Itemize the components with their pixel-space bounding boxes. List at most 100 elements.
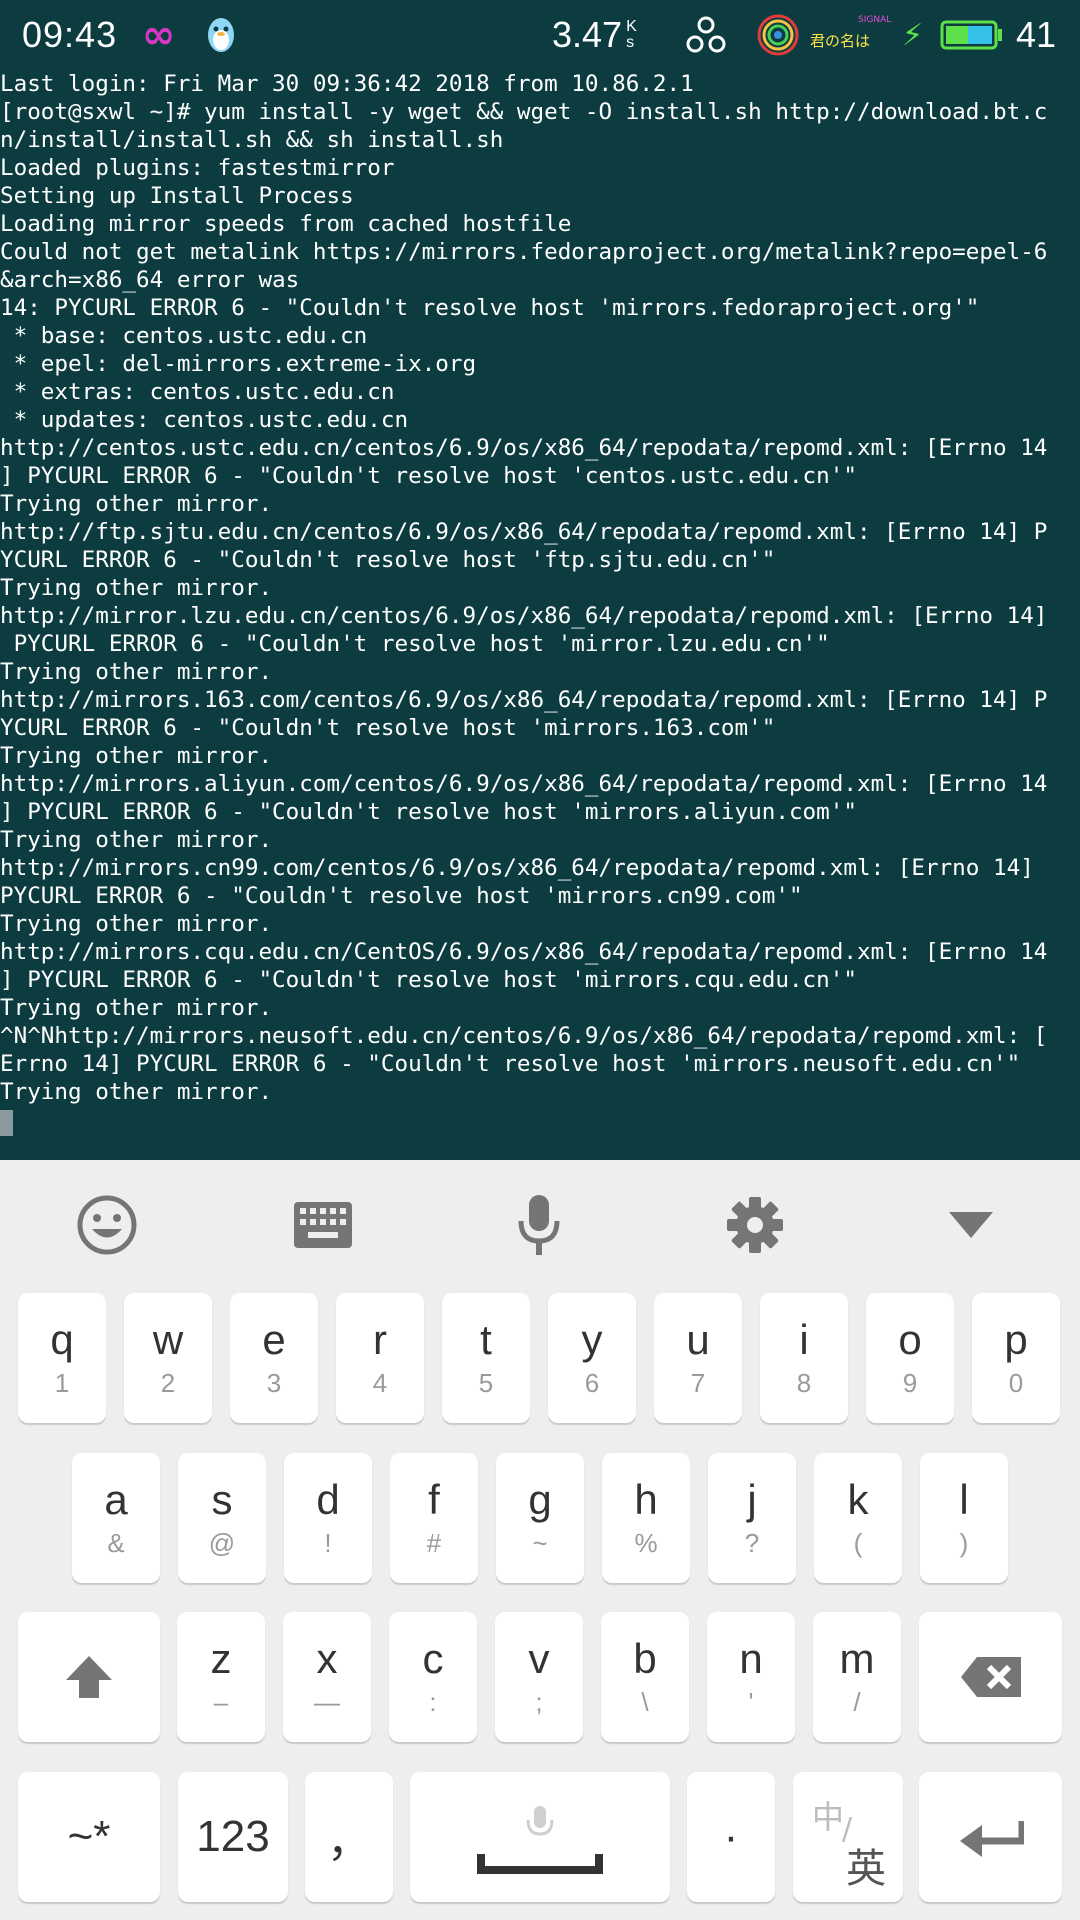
numbers-key[interactable]: 123 bbox=[178, 1772, 288, 1902]
key-sublabel: ; bbox=[535, 1687, 543, 1717]
numbers-key-label: 123 bbox=[196, 1812, 270, 1861]
key-a[interactable]: a & bbox=[72, 1453, 160, 1583]
terminal-line: * base: centos.ustc.edu.cn bbox=[0, 323, 368, 349]
key-w[interactable]: w2 bbox=[124, 1293, 212, 1423]
key-g[interactable]: g ~ bbox=[496, 1453, 584, 1583]
key-sublabel: ' bbox=[748, 1687, 754, 1717]
key-c[interactable]: c: bbox=[389, 1612, 477, 1742]
symbols-key[interactable]: ~* bbox=[18, 1772, 160, 1902]
terminal-line: Trying other mirror. bbox=[0, 827, 273, 853]
terminal-line: * updates: centos.ustc.edu.cn bbox=[0, 407, 409, 433]
terminal-line: * extras: centos.ustc.edu.cn bbox=[0, 379, 395, 405]
terminal-line: PYCURL ERROR 6 - "Couldn't resolve host … bbox=[0, 883, 803, 909]
net-speed-unit: K s bbox=[626, 18, 637, 51]
gear-icon[interactable] bbox=[715, 1190, 795, 1260]
terminal-line: http://mirrors.cqu.edu.cn/CentOS/6.9/os/… bbox=[0, 939, 1048, 965]
key-sublabel: % bbox=[634, 1528, 658, 1558]
key-v[interactable]: v; bbox=[495, 1612, 583, 1742]
keyboard-icon[interactable] bbox=[283, 1190, 363, 1260]
key-label: i bbox=[799, 1316, 809, 1363]
key-sublabel: \ bbox=[641, 1687, 649, 1717]
key-sublabel: — bbox=[314, 1687, 340, 1717]
status-bar: 09:43 ∞ 3.47 K s SIGNAL 君の名は ⚡ 41 bbox=[0, 0, 1080, 70]
emoji-icon[interactable] bbox=[67, 1190, 147, 1260]
key-y[interactable]: y6 bbox=[548, 1293, 636, 1423]
terminal-line: n/install/install.sh && sh install.sh bbox=[0, 127, 504, 153]
key-e[interactable]: e3 bbox=[230, 1293, 318, 1423]
space-key[interactable] bbox=[410, 1772, 670, 1902]
terminal-line: &arch=x86_64 error was bbox=[0, 267, 300, 293]
key-label: b bbox=[633, 1635, 657, 1682]
space-bar-icon bbox=[477, 1806, 603, 1874]
terminal-line: YCURL ERROR 6 - "Couldn't resolve host '… bbox=[0, 547, 776, 573]
terminal-line: ^N^Nhttp://mirrors.neusoft.edu.cn/centos… bbox=[0, 1023, 1048, 1049]
key-label: p bbox=[1004, 1316, 1028, 1363]
symbols-key-label: ~* bbox=[67, 1812, 111, 1861]
shift-key[interactable] bbox=[18, 1612, 160, 1742]
key-label: v bbox=[528, 1635, 550, 1682]
key-z[interactable]: z – bbox=[177, 1612, 265, 1742]
key-k[interactable]: k( bbox=[814, 1453, 902, 1583]
terminal-line: Loaded plugins: fastestmirror bbox=[0, 155, 395, 181]
key-sublabel: 4 bbox=[372, 1368, 388, 1398]
key-label: y bbox=[581, 1316, 603, 1363]
song-label: 君の名は bbox=[810, 32, 870, 50]
key-label: s bbox=[211, 1476, 233, 1523]
charging-bolt-icon: ⚡ bbox=[902, 17, 924, 53]
enter-arrow-icon bbox=[959, 1821, 1024, 1857]
key-sublabel: 3 bbox=[266, 1368, 282, 1398]
key-s[interactable]: s @ bbox=[178, 1453, 266, 1583]
backspace-key[interactable] bbox=[919, 1612, 1062, 1742]
key-sublabel: 0 bbox=[1008, 1368, 1024, 1398]
net-speed-value: 3.47 bbox=[552, 14, 623, 55]
period-key[interactable]: · bbox=[687, 1772, 775, 1902]
key-sublabel: ! bbox=[324, 1528, 332, 1558]
key-l[interactable]: l) bbox=[920, 1453, 1008, 1583]
comma-key[interactable]: ， bbox=[305, 1772, 393, 1902]
terminal-line: Could not get metalink https://mirrors.f… bbox=[0, 239, 1048, 265]
terminal-line: [root@sxwl ~]# yum install -y wget && wg… bbox=[0, 99, 1048, 125]
terminal-line: 14: PYCURL ERROR 6 - "Couldn't resolve h… bbox=[0, 295, 980, 321]
soft-keyboard: q 1 w 2 e 3 r 4 t 5 y 6 u 7 i 8 o 9 p 0 a & s @ d! f # g ~ h% j? k(l) z –… bbox=[0, 1160, 1080, 1920]
comma-key-label: ， bbox=[327, 1817, 371, 1866]
key-sublabel: ? bbox=[744, 1528, 760, 1558]
key-h[interactable]: h% bbox=[602, 1453, 690, 1583]
key-label: w bbox=[152, 1316, 184, 1363]
key-n[interactable]: n ' bbox=[707, 1612, 795, 1742]
key-q[interactable]: q1 bbox=[18, 1293, 106, 1423]
key-label: a bbox=[104, 1476, 128, 1523]
key-label: k bbox=[847, 1476, 869, 1523]
language-switch-key[interactable]: 中 / 英 bbox=[793, 1772, 903, 1902]
terminal-line: Trying other mirror. bbox=[0, 659, 273, 685]
terminal-line: Errno 14] PYCURL ERROR 6 - "Couldn't res… bbox=[0, 1051, 1021, 1077]
key-f[interactable]: f # bbox=[390, 1453, 478, 1583]
qq-penguin-icon bbox=[204, 10, 238, 60]
enter-key[interactable] bbox=[919, 1772, 1062, 1902]
key-i[interactable]: i8 bbox=[760, 1293, 848, 1423]
microphone-icon[interactable] bbox=[499, 1190, 579, 1260]
key-sublabel: 8 bbox=[796, 1368, 812, 1398]
key-sublabel: / bbox=[853, 1687, 861, 1717]
terminal-line: Trying other mirror. bbox=[0, 491, 273, 517]
terminal-line: YCURL ERROR 6 - "Couldn't resolve host '… bbox=[0, 715, 776, 741]
terminal-line: Trying other mirror. bbox=[0, 1079, 273, 1105]
key-j[interactable]: j? bbox=[708, 1453, 796, 1583]
terminal-line: Last login: Fri Mar 30 09:36:42 2018 fro… bbox=[0, 71, 694, 97]
key-u[interactable]: u7 bbox=[654, 1293, 742, 1423]
key-m[interactable]: m / bbox=[813, 1612, 901, 1742]
terminal-line: Trying other mirror. bbox=[0, 575, 273, 601]
key-x[interactable]: x — bbox=[283, 1612, 371, 1742]
hide-keyboard-icon[interactable] bbox=[931, 1190, 1011, 1260]
key-d[interactable]: d! bbox=[284, 1453, 372, 1583]
key-t[interactable]: t5 bbox=[442, 1293, 530, 1423]
key-r[interactable]: r4 bbox=[336, 1293, 424, 1423]
key-p[interactable]: p0 bbox=[972, 1293, 1060, 1423]
key-label: r bbox=[373, 1316, 387, 1363]
key-b[interactable]: b \ bbox=[601, 1612, 689, 1742]
signal-art-icon: SIGNAL 君の名は bbox=[756, 10, 896, 60]
key-o[interactable]: o9 bbox=[866, 1293, 954, 1423]
key-label: d bbox=[316, 1476, 340, 1523]
terminal-output[interactable]: Last login: Fri Mar 30 09:36:42 2018 fro… bbox=[0, 70, 1080, 1160]
battery-icon bbox=[940, 10, 1004, 60]
key-sublabel: ( bbox=[853, 1528, 863, 1558]
